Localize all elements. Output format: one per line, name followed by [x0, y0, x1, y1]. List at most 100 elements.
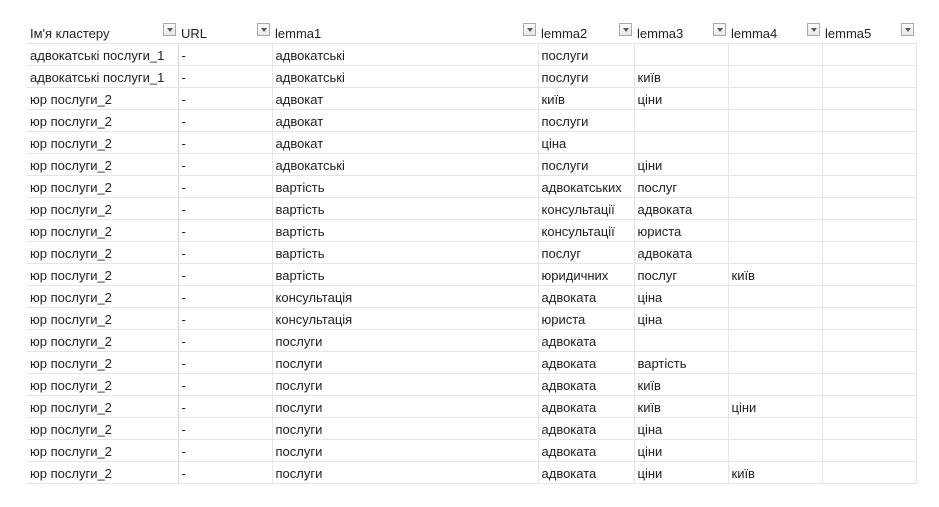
- cell-lemma4[interactable]: [728, 175, 823, 198]
- cell-lemma5[interactable]: [822, 197, 917, 220]
- cell-url[interactable]: -: [178, 417, 273, 440]
- cell-lemma2[interactable]: адвокатських: [538, 175, 635, 198]
- cell-lemma2[interactable]: юридичних: [538, 263, 635, 286]
- cell-url[interactable]: -: [178, 395, 273, 418]
- cell-lemma4[interactable]: [728, 439, 823, 462]
- cell-lemma3[interactable]: ціни: [634, 461, 729, 484]
- cell-lemma5[interactable]: [822, 109, 917, 132]
- cell-cluster-name[interactable]: юр послуги_2: [27, 351, 179, 374]
- cell-lemma1[interactable]: послуги: [272, 351, 539, 374]
- cell-lemma2[interactable]: адвоката: [538, 395, 635, 418]
- cell-url[interactable]: -: [178, 351, 273, 374]
- cell-lemma5[interactable]: [822, 373, 917, 396]
- cell-lemma1[interactable]: адвокат: [272, 87, 539, 110]
- cell-cluster-name[interactable]: юр послуги_2: [27, 219, 179, 242]
- filter-dropdown-button[interactable]: [901, 23, 914, 36]
- cell-lemma2[interactable]: консультації: [538, 197, 635, 220]
- cell-lemma5[interactable]: [822, 43, 917, 66]
- cell-lemma1[interactable]: адвокатські: [272, 43, 539, 66]
- cell-cluster-name[interactable]: юр послуги_2: [27, 329, 179, 352]
- cell-lemma2[interactable]: послуг: [538, 241, 635, 264]
- cell-lemma3[interactable]: [634, 131, 729, 154]
- cell-lemma4[interactable]: [728, 373, 823, 396]
- cell-cluster-name[interactable]: юр послуги_2: [27, 197, 179, 220]
- cell-url[interactable]: -: [178, 241, 273, 264]
- cell-lemma2[interactable]: послуги: [538, 109, 635, 132]
- cell-lemma3[interactable]: ціни: [634, 439, 729, 462]
- cell-lemma1[interactable]: консультація: [272, 307, 539, 330]
- cell-cluster-name[interactable]: юр послуги_2: [27, 461, 179, 484]
- cell-lemma3[interactable]: ціна: [634, 307, 729, 330]
- cell-lemma1[interactable]: послуги: [272, 439, 539, 462]
- filter-dropdown-button[interactable]: [713, 23, 726, 36]
- cell-url[interactable]: -: [178, 263, 273, 286]
- cell-lemma3[interactable]: київ: [634, 65, 729, 88]
- cell-lemma2[interactable]: адвоката: [538, 461, 635, 484]
- cell-lemma5[interactable]: [822, 307, 917, 330]
- cell-lemma1[interactable]: послуги: [272, 373, 539, 396]
- filter-dropdown-button[interactable]: [257, 23, 270, 36]
- cell-cluster-name[interactable]: юр послуги_2: [27, 87, 179, 110]
- cell-cluster-name[interactable]: юр послуги_2: [27, 439, 179, 462]
- cell-lemma4[interactable]: [728, 43, 823, 66]
- cell-lemma3[interactable]: ціна: [634, 417, 729, 440]
- cell-lemma4[interactable]: [728, 351, 823, 374]
- cell-lemma3[interactable]: вартість: [634, 351, 729, 374]
- cell-lemma2[interactable]: київ: [538, 87, 635, 110]
- cell-cluster-name[interactable]: юр послуги_2: [27, 417, 179, 440]
- cell-lemma2[interactable]: адвоката: [538, 439, 635, 462]
- cell-lemma4[interactable]: [728, 285, 823, 308]
- cell-lemma2[interactable]: консультації: [538, 219, 635, 242]
- cell-lemma3[interactable]: [634, 43, 729, 66]
- cell-lemma5[interactable]: [822, 131, 917, 154]
- cell-cluster-name[interactable]: юр послуги_2: [27, 307, 179, 330]
- cell-lemma5[interactable]: [822, 329, 917, 352]
- filter-dropdown-button[interactable]: [523, 23, 536, 36]
- cell-lemma1[interactable]: консультація: [272, 285, 539, 308]
- cell-cluster-name[interactable]: юр послуги_2: [27, 285, 179, 308]
- cell-url[interactable]: -: [178, 461, 273, 484]
- cell-lemma5[interactable]: [822, 65, 917, 88]
- cell-lemma3[interactable]: київ: [634, 395, 729, 418]
- cell-lemma2[interactable]: послуги: [538, 65, 635, 88]
- cell-cluster-name[interactable]: юр послуги_2: [27, 373, 179, 396]
- cell-url[interactable]: -: [178, 131, 273, 154]
- cell-lemma5[interactable]: [822, 461, 917, 484]
- cell-lemma5[interactable]: [822, 263, 917, 286]
- cell-lemma3[interactable]: ціни: [634, 153, 729, 176]
- cell-lemma2[interactable]: послуги: [538, 43, 635, 66]
- cell-lemma1[interactable]: вартість: [272, 175, 539, 198]
- cell-lemma1[interactable]: вартість: [272, 219, 539, 242]
- cell-cluster-name[interactable]: юр послуги_2: [27, 131, 179, 154]
- cell-lemma3[interactable]: послуг: [634, 263, 729, 286]
- cell-lemma3[interactable]: адвоката: [634, 197, 729, 220]
- cell-url[interactable]: -: [178, 439, 273, 462]
- cell-lemma1[interactable]: вартість: [272, 263, 539, 286]
- cell-cluster-name[interactable]: адвокатські послуги_1: [27, 65, 179, 88]
- cell-lemma5[interactable]: [822, 241, 917, 264]
- filter-dropdown-button[interactable]: [619, 23, 632, 36]
- cell-lemma1[interactable]: вартість: [272, 197, 539, 220]
- filter-dropdown-button[interactable]: [163, 23, 176, 36]
- cell-url[interactable]: -: [178, 65, 273, 88]
- cell-lemma4[interactable]: [728, 87, 823, 110]
- cell-lemma5[interactable]: [822, 417, 917, 440]
- cell-lemma4[interactable]: [728, 241, 823, 264]
- cell-lemma5[interactable]: [822, 87, 917, 110]
- cell-lemma4[interactable]: [728, 109, 823, 132]
- cell-lemma1[interactable]: послуги: [272, 395, 539, 418]
- cell-lemma4[interactable]: [728, 153, 823, 176]
- cell-lemma4[interactable]: київ: [728, 461, 823, 484]
- cell-lemma1[interactable]: адвокатські: [272, 65, 539, 88]
- cell-url[interactable]: -: [178, 87, 273, 110]
- cell-url[interactable]: -: [178, 153, 273, 176]
- cell-lemma5[interactable]: [822, 351, 917, 374]
- cell-lemma5[interactable]: [822, 153, 917, 176]
- cell-url[interactable]: -: [178, 373, 273, 396]
- cell-lemma1[interactable]: послуги: [272, 329, 539, 352]
- cell-lemma4[interactable]: ціни: [728, 395, 823, 418]
- cell-lemma4[interactable]: [728, 65, 823, 88]
- cell-url[interactable]: -: [178, 109, 273, 132]
- cell-cluster-name[interactable]: юр послуги_2: [27, 153, 179, 176]
- cell-cluster-name[interactable]: юр послуги_2: [27, 395, 179, 418]
